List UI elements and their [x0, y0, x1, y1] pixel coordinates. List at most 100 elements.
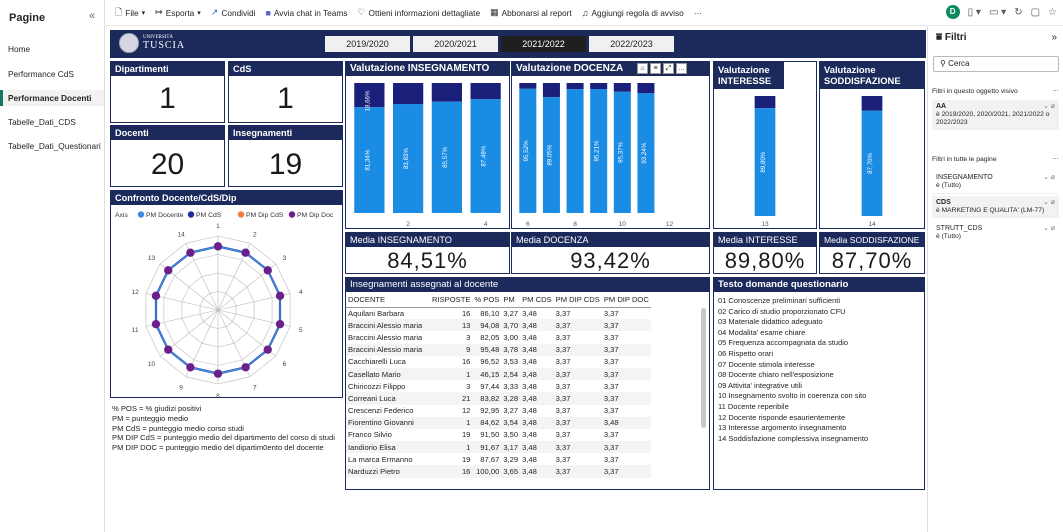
chevron-clear-icon[interactable]: ⌄ ⌀ — [1043, 174, 1055, 182]
bar-negative-segment[interactable] — [566, 83, 584, 90]
filter-card-strutt-cds[interactable]: STRUTT_CDS è (Tutto) ⌄ ⌀ — [932, 222, 1059, 244]
table-scrollbar[interactable] — [701, 308, 706, 428]
bar-negative-segment[interactable] — [393, 83, 424, 105]
chevron-clear-icon[interactable]: ⌄ ⌀ — [1043, 225, 1055, 233]
col-pm-dip-cds[interactable]: PM DIP CDS — [553, 293, 602, 308]
bar-negative-segment[interactable] — [431, 83, 462, 102]
page-item-performance-cds[interactable]: Performance CdS — [0, 66, 104, 82]
radar-point[interactable] — [164, 345, 173, 354]
teams-chat-button[interactable]: ■ Avvia chat in Teams — [265, 8, 347, 18]
legend-item[interactable]: PM Dip Doc — [297, 212, 334, 219]
bar-negative-segment[interactable] — [542, 83, 560, 98]
chevron-clear-icon[interactable]: ⌄ ⌀ — [1043, 199, 1055, 207]
page-item-home[interactable]: Home — [0, 41, 104, 57]
radar-point[interactable] — [213, 369, 223, 378]
filters-search-box[interactable]: ⚲ Cerca — [933, 56, 1059, 72]
table-row[interactable]: Narduzzi Pietro 16 100,00 3,65 3,48 3,37 3,37 — [346, 465, 651, 478]
radar-point[interactable] — [275, 319, 285, 329]
legend-item[interactable]: PM Dip CdS — [246, 212, 284, 219]
radar-point[interactable] — [241, 363, 250, 372]
view-icon[interactable]: ▭ ▾ — [989, 7, 1006, 18]
chevron-clear-icon[interactable]: ⌄ ⌀ — [1043, 103, 1055, 111]
radar-point[interactable] — [213, 242, 223, 251]
bar-negative-segment[interactable] — [861, 96, 883, 111]
radar-point[interactable] — [186, 248, 195, 257]
col-pm-dip-doc[interactable]: PM DIP DOC — [601, 293, 651, 308]
page-item-performance-docenti[interactable]: Performance Docenti — [0, 90, 104, 106]
radar-point[interactable] — [241, 248, 250, 257]
table-row[interactable]: La marca Ermanno 19 87,67 3,29 3,48 3,37 3,37 — [346, 453, 651, 465]
more-options-button[interactable]: ··· — [694, 8, 702, 18]
col-pos[interactable]: % POS — [472, 293, 502, 308]
table-row[interactable]: Chiricozzi Filippo 3 97,44 3,33 3,48 3,37 3,37 — [346, 380, 651, 392]
file-menu[interactable]: 🗋 File ▾ — [115, 5, 145, 21]
avatar[interactable]: D — [945, 5, 960, 19]
favorite-icon[interactable]: ☆ — [1048, 7, 1057, 18]
subscribe-button[interactable]: ▦ Abbonarsi al report — [490, 7, 572, 18]
table-row[interactable]: Crescenzi Federico 12 92,95 3,27 3,48 3,37 3,3… — [346, 405, 651, 417]
collapse-pane-icon[interactable]: « — [89, 10, 95, 22]
year-slicer-2019-2020[interactable]: 2019/2020 — [325, 36, 410, 52]
bar-negative-segment[interactable] — [519, 83, 537, 89]
filter-card-cds[interactable]: CDS è MARKETING E QUALITA' (LM-77) ⌄ ⌀ — [932, 196, 1059, 218]
table-row[interactable]: Cacchiarelli Luca 16 96,52 3,53 3,48 3,37 3,37 — [346, 356, 651, 368]
table-row[interactable]: Braccini Alessio maria 9 95,48 3,78 3,48 3,37… — [346, 343, 651, 356]
table-row[interactable]: Aquilani Barbara 16 86,10 3,27 3,48 3,37 3,37 — [346, 307, 651, 319]
comment-icon[interactable]: ▢ — [1031, 7, 1040, 18]
col-docente[interactable]: DOCENTE — [346, 293, 430, 308]
bar-chart-soddisfazione-plot[interactable]: 87,70% 14 — [820, 90, 924, 229]
bar-negative-segment[interactable] — [637, 83, 655, 94]
pin-icon[interactable]: ⌂ — [637, 63, 648, 74]
section-more-icon[interactable]: … — [1052, 86, 1059, 93]
bookmark-icon[interactable]: ▯ ▾ — [968, 7, 981, 18]
radar-point[interactable] — [263, 345, 272, 354]
export-menu[interactable]: ↦ Esporta ▾ — [155, 7, 201, 18]
filter-card-insegnamento[interactable]: INSEGNAMENTO è (Tutto) ⌄ ⌀ — [932, 171, 1059, 194]
col-pm-cds[interactable]: PM CDS — [520, 293, 554, 308]
alert-rule-button[interactable]: ♫ Aggiungi regola di avviso — [582, 8, 684, 18]
table-row[interactable]: Correani Luca 21 83,82 3,28 3,48 3,37 3,37 — [346, 392, 651, 405]
bar-positive-segment[interactable] — [566, 89, 584, 213]
bar-negative-segment[interactable] — [470, 83, 501, 100]
radar-chart[interactable]: Axis PM Docente PM CdS PM Dip CdS PM Dip Doc… — [111, 206, 342, 398]
all-pages-filters-heading: Filtri in tutte le pagine — [932, 156, 997, 163]
focus-mode-icon[interactable]: ⤢ — [663, 63, 674, 74]
radar-point[interactable] — [186, 363, 195, 372]
table-row[interactable]: Braccini Alessio maria 13 94,08 3,70 3,48 3,3… — [346, 319, 651, 332]
bar-negative-segment[interactable] — [613, 83, 631, 92]
radar-point[interactable] — [151, 291, 161, 301]
refresh-icon[interactable]: ↻ — [1014, 7, 1022, 18]
share-button[interactable]: ↗ Condividi — [211, 7, 256, 18]
bar-chart-insegnamento-plot[interactable]: 81,34% 83,83% 2 85,57% 87,48% 4 18,66% — [346, 77, 509, 229]
bar-chart-insegnamento: Valutazione INSEGNAMENTO 81,34% 83,83% 2 85… — [345, 61, 510, 229]
table-cell: 3,27 — [503, 308, 519, 318]
radar-point[interactable] — [151, 319, 161, 329]
filter-icon[interactable]: ≡ — [650, 63, 661, 74]
table-row[interactable]: Iandiorio Elisa 1 91,67 3,17 3,48 3,37 3,37 — [346, 441, 651, 454]
section-more-icon[interactable]: … — [1052, 154, 1059, 161]
year-slicer-2022-2023[interactable]: 2022/2023 — [589, 36, 674, 52]
radar-point[interactable] — [275, 291, 285, 301]
filter-card-aa[interactable]: AA è 2019/2020, 2020/2021, 2021/2022 o 2… — [932, 100, 1059, 130]
more-options-icon[interactable]: … — [676, 63, 687, 74]
insights-button[interactable]: ♡ Ottieni informazioni dettagliate — [357, 7, 480, 18]
table-row[interactable]: Fiorentino Giovanni 1 84,62 3,54 3,48 3,37 3,4… — [346, 416, 651, 429]
table-row[interactable]: Casellato Mario 1 46,15 2,54 3,48 3,37 3,37 — [346, 367, 651, 381]
legend-item[interactable]: PM Docente — [146, 212, 184, 219]
radar-point[interactable] — [263, 266, 272, 275]
bar-negative-segment[interactable] — [590, 83, 608, 90]
legend-item[interactable]: PM CdS — [196, 212, 222, 219]
table-row[interactable]: Franco Silvio 19 91,50 3,50 3,48 3,37 3,37 — [346, 429, 651, 441]
bar-chart-docenza-plot[interactable]: 95,52% 6 89,05% 8 95,21% 95,37% 10 93,24% 12 — [512, 77, 709, 229]
year-slicer-2021-2022[interactable]: 2021/2022 — [501, 36, 586, 52]
collapse-filters-icon[interactable]: » — [1051, 32, 1057, 43]
table-row[interactable]: Braccini Alessio maria 3 82,05 3,00 3,48 3,37… — [346, 331, 651, 343]
year-slicer-2020-2021[interactable]: 2020/2021 — [413, 36, 498, 52]
page-item-tabelle-dati-questionari[interactable]: Tabelle_Dati_Questionari — [0, 138, 104, 154]
bar-chart-interesse-plot[interactable]: 89,80% 13 — [714, 90, 816, 229]
radar-point[interactable] — [164, 266, 173, 275]
bar-negative-segment[interactable] — [754, 96, 776, 109]
col-risposte[interactable]: RISPOSTE — [430, 293, 473, 308]
page-item-tabelle-dati-cds[interactable]: Tabelle_Dati_CDS — [0, 114, 104, 130]
col-pm[interactable]: PM — [501, 293, 521, 308]
